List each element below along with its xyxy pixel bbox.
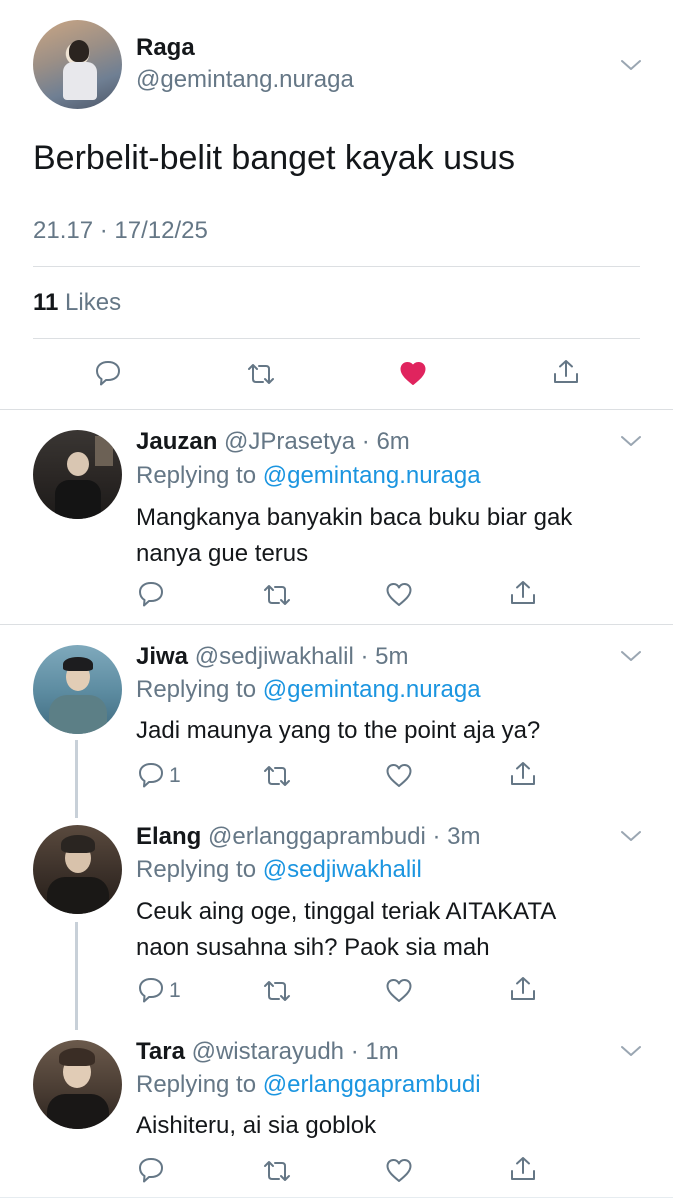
reply-header: Elang @erlanggaprambudi · 3m [136, 822, 481, 852]
author-handle[interactable]: @wistarayudh · 1m [192, 1038, 399, 1065]
author-handle[interactable]: @JPrasetya · 6m [224, 428, 410, 455]
reply-text: Ceuk aing oge, tinggal teriak AITAKATA n… [136, 898, 557, 961]
avatar[interactable] [33, 430, 122, 519]
author-name[interactable]: Raga [136, 34, 195, 62]
avatar[interactable] [33, 645, 122, 734]
divider [0, 624, 673, 625]
likes-summary[interactable]: 11 Likes [33, 289, 121, 317]
reply-text: Aishiteru, ai sia goblok [136, 1112, 377, 1139]
chevron-down-icon[interactable] [620, 829, 642, 843]
mention-link[interactable]: @erlanggaprambudi [263, 1071, 481, 1098]
retweet-icon[interactable] [262, 580, 292, 610]
author-name[interactable]: Elang [136, 823, 201, 850]
retweet-icon[interactable] [262, 761, 292, 791]
author-handle[interactable]: @gemintang.nuraga [136, 66, 354, 94]
reply-header: Tara @wistarayudh · 1m [136, 1037, 399, 1067]
reply-icon[interactable] [136, 975, 166, 1005]
reply-text: Jadi maunya yang to the point aja ya? [136, 717, 541, 744]
mention-link[interactable]: @gemintang.nuraga [263, 676, 481, 703]
retweet-icon[interactable] [262, 976, 292, 1006]
divider [33, 338, 640, 339]
chevron-down-icon[interactable] [620, 58, 642, 72]
mention-link[interactable]: @sedjiwakhalil [263, 856, 422, 883]
author-name[interactable]: Jauzan [136, 428, 217, 455]
reply-icon[interactable] [136, 1155, 166, 1185]
reply-icon[interactable] [93, 358, 123, 388]
reply-header: Jauzan @JPrasetya · 6m [136, 427, 410, 457]
share-icon[interactable] [508, 578, 538, 608]
replying-to: Replying to @gemintang.nuraga [136, 676, 481, 703]
chevron-down-icon[interactable] [620, 434, 642, 448]
author-name[interactable]: Jiwa [136, 643, 188, 670]
reply-icon[interactable] [136, 760, 166, 790]
replying-to: Replying to @gemintang.nuraga [136, 462, 481, 489]
divider [0, 409, 673, 410]
reply-count: 1 [169, 979, 181, 1002]
heart-icon[interactable] [384, 1155, 414, 1185]
retweet-icon[interactable] [246, 359, 276, 389]
reply-text: Mangkanya banyakin baca buku biar gak na… [136, 504, 573, 567]
likes-count: 11 [33, 289, 59, 316]
heart-icon[interactable] [384, 975, 414, 1005]
avatar[interactable] [33, 825, 122, 914]
heart-icon[interactable] [398, 358, 428, 388]
avatar[interactable] [33, 20, 122, 109]
share-icon[interactable] [508, 1154, 538, 1184]
share-icon[interactable] [508, 759, 538, 789]
heart-icon[interactable] [384, 760, 414, 790]
reply-header: Jiwa @sedjiwakhalil · 5m [136, 642, 408, 672]
mention-link[interactable]: @gemintang.nuraga [263, 462, 481, 489]
reply-count: 1 [169, 764, 181, 787]
author-handle[interactable]: @erlanggaprambudi · 3m [208, 823, 481, 850]
tweet-timestamp[interactable]: 21.17 · 17/12/25 [33, 217, 208, 245]
author-handle[interactable]: @sedjiwakhalil · 5m [195, 643, 409, 670]
divider [33, 266, 640, 267]
tweet-text: Berbelit-belit banget kayak usus [33, 139, 515, 177]
reply-icon[interactable] [136, 579, 166, 609]
chevron-down-icon[interactable] [620, 649, 642, 663]
thread-line [75, 740, 78, 818]
author-name[interactable]: Tara [136, 1038, 185, 1065]
retweet-icon[interactable] [262, 1156, 292, 1186]
chevron-down-icon[interactable] [620, 1044, 642, 1058]
share-icon[interactable] [508, 974, 538, 1004]
thread-line [75, 922, 78, 1030]
share-icon[interactable] [551, 357, 581, 387]
divider [0, 1197, 673, 1198]
likes-label: Likes [65, 289, 122, 316]
replying-to: Replying to @erlanggaprambudi [136, 1071, 481, 1098]
heart-icon[interactable] [384, 579, 414, 609]
replying-to: Replying to @sedjiwakhalil [136, 856, 422, 883]
avatar[interactable] [33, 1040, 122, 1129]
